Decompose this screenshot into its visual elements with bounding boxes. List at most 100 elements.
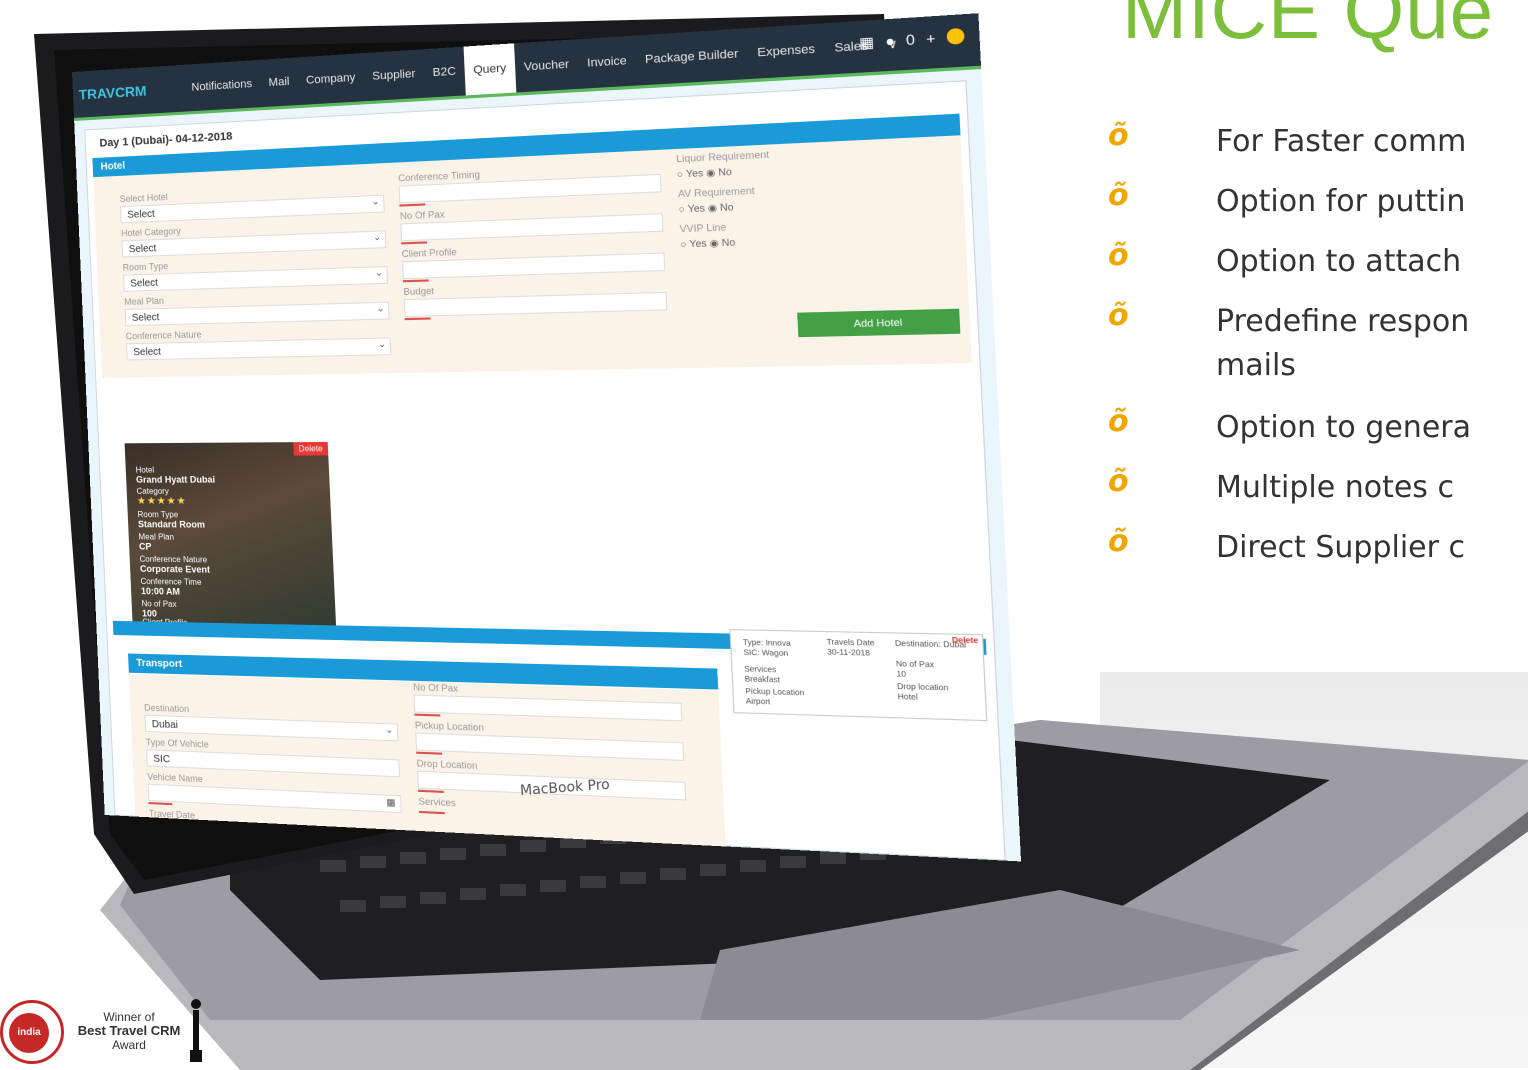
vvip-radio-group[interactable]: ○ Yes ◉ No	[680, 237, 735, 251]
card-travel-date-label: Travels Date	[826, 638, 875, 648]
bullet-icon: õ	[1108, 524, 1129, 559]
field-underline	[402, 279, 429, 283]
feature-list: õ For Faster comm õ Option for puttin õ …	[1098, 118, 1528, 584]
nav-voucher[interactable]: Voucher	[514, 39, 579, 92]
vehicle-type-label: Type Of Vehicle	[145, 737, 210, 750]
nav-query[interactable]: Query	[463, 43, 517, 96]
card-pax-value: 10	[896, 670, 907, 680]
delete-transport-button[interactable]: Delete	[952, 637, 979, 646]
app-logo[interactable]: TRAVCRM	[72, 65, 184, 118]
pickup-location-label: Pickup Location	[414, 719, 485, 733]
transport-pax-input[interactable]	[413, 694, 683, 722]
av-requirement-label: AV Requirement	[677, 185, 755, 200]
feature-item: õ Direct Supplier c	[1098, 524, 1528, 584]
hotel-card-hotel-label: Hotel	[135, 465, 155, 475]
calendar-icon[interactable]: ▦	[386, 797, 396, 809]
room-type-label: Room Type	[122, 261, 169, 273]
drop-location-label: Drop Location	[416, 757, 478, 772]
field-underline	[414, 713, 441, 717]
feature-text: For Faster comm	[1216, 124, 1467, 159]
plus-icon[interactable]: +	[926, 30, 936, 49]
hotel-card-meal-plan-value: CP	[138, 541, 152, 552]
nav-supplier[interactable]: Supplier	[363, 49, 425, 101]
badge-icon[interactable]: 0	[906, 31, 916, 50]
award-line2: Best Travel CRM	[77, 1023, 181, 1038]
meal-plan-label: Meal Plan	[124, 295, 165, 307]
budget-input[interactable]	[403, 291, 668, 318]
chevron-down-icon: ⌄	[374, 267, 384, 278]
feature-text: Multiple notes c	[1216, 470, 1454, 505]
pickup-location-input[interactable]	[415, 732, 685, 761]
hotel-category-label: Hotel Category	[120, 225, 182, 239]
feature-item: õ Multiple notes c	[1098, 464, 1528, 524]
vehicle-name-label: Vehicle Name	[147, 771, 204, 785]
hotel-card-category-label: Category	[136, 486, 170, 496]
feature-item: õ For Faster comm	[1098, 118, 1528, 178]
nav-notifications[interactable]: Notifications	[182, 60, 261, 112]
card-travel-date-value: 30-11-2018	[826, 648, 871, 658]
avatar[interactable]	[946, 27, 965, 45]
destination-dropdown[interactable]: Dubai	[144, 714, 399, 742]
feature-text-line2: mails	[1216, 348, 1296, 383]
delete-hotel-button[interactable]: Delete	[293, 441, 329, 456]
hotel-card-room-type-label: Room Type	[137, 510, 179, 520]
conference-timing-label: Conference Timing	[397, 169, 481, 184]
feature-item: õ Option to genera	[1098, 404, 1528, 464]
av-radio-group[interactable]: ○ Yes ◉ No	[678, 202, 733, 216]
add-hotel-button[interactable]: Add Hotel	[797, 308, 961, 338]
no-label: No	[719, 201, 734, 214]
no-label: No	[717, 166, 733, 178]
trophy-icon	[190, 999, 202, 1062]
liquor-requirement-label: Liquor Requirement	[676, 148, 770, 165]
hotel-card-room-type-value: Standard Room	[137, 519, 206, 530]
card-services-value: Breakfast	[744, 675, 781, 685]
no-label: No	[721, 236, 736, 249]
nav-invoice[interactable]: Invoice	[577, 36, 637, 89]
vehicle-name-input[interactable]	[147, 783, 402, 814]
no-of-pax-label: No Of Pax	[399, 208, 445, 222]
card-drop-label: Drop location	[896, 683, 949, 693]
feature-text: Option for puttin	[1216, 184, 1466, 219]
card-services-label: Services	[744, 665, 777, 675]
bullet-icon: õ	[1108, 404, 1129, 439]
nav-b2c[interactable]: B2C	[423, 47, 466, 98]
award-seal-text: india	[9, 1013, 49, 1053]
feature-item: õ Option for puttin	[1098, 178, 1528, 238]
chevron-down-icon: ⌄	[384, 724, 394, 735]
card-pax-label: No of Pax	[895, 660, 935, 670]
nav-company[interactable]: Company	[297, 53, 365, 105]
nav-package-builder[interactable]: Package Builder	[635, 28, 749, 85]
chevron-down-icon: ⌄	[371, 195, 380, 207]
field-underline	[401, 241, 428, 245]
query-content: Day 1 (Dubai)- 04-12-2018 Hotel Select H…	[84, 80, 1006, 862]
award-line1: Winner of	[103, 1010, 155, 1024]
feature-text: Predefine respon	[1216, 304, 1470, 339]
transport-pax-label: No Of Pax	[412, 681, 459, 694]
bullet-icon: õ	[1108, 238, 1129, 273]
nav-expenses[interactable]: Expenses	[747, 23, 826, 79]
screen: TRAVCRM Notifications Mail Company Suppl…	[72, 13, 1022, 862]
feature-text: Direct Supplier c	[1216, 530, 1465, 565]
liquor-radio-group[interactable]: ○ Yes ◉ No	[677, 166, 732, 181]
star-rating: ★★★★★	[136, 495, 187, 508]
conference-nature-label: Conference Nature	[125, 329, 202, 342]
feature-item: õ Option to attach	[1098, 238, 1528, 298]
mic-icon[interactable]: ●	[885, 32, 896, 51]
hotel-card-conf-time-value: 10:00 AM	[140, 585, 181, 597]
card-type: Type: Innova	[742, 639, 791, 649]
bullet-icon: õ	[1108, 298, 1129, 333]
field-underline	[416, 751, 443, 755]
hotel-card-conf-nature-value: Corporate Event	[139, 563, 211, 575]
nav-mail[interactable]: Mail	[259, 57, 298, 107]
card-sic: SIC: Wagon	[743, 649, 789, 659]
card-pickup-value: Airport	[745, 698, 771, 707]
bullet-icon: õ	[1108, 464, 1129, 499]
conference-nature-dropdown[interactable]: Select	[126, 337, 392, 361]
vvip-line-label: VVIP Line	[679, 221, 727, 235]
yes-label: Yes	[685, 167, 704, 180]
calendar-icon[interactable]: ▦	[859, 34, 875, 53]
hotel-form: Select Hotel Select ⌄ Hotel Category Sel…	[93, 135, 972, 379]
bullet-icon: õ	[1108, 118, 1129, 153]
meal-plan-dropdown[interactable]: Select	[124, 301, 390, 327]
slide-title: MICE Que	[1122, 0, 1495, 55]
